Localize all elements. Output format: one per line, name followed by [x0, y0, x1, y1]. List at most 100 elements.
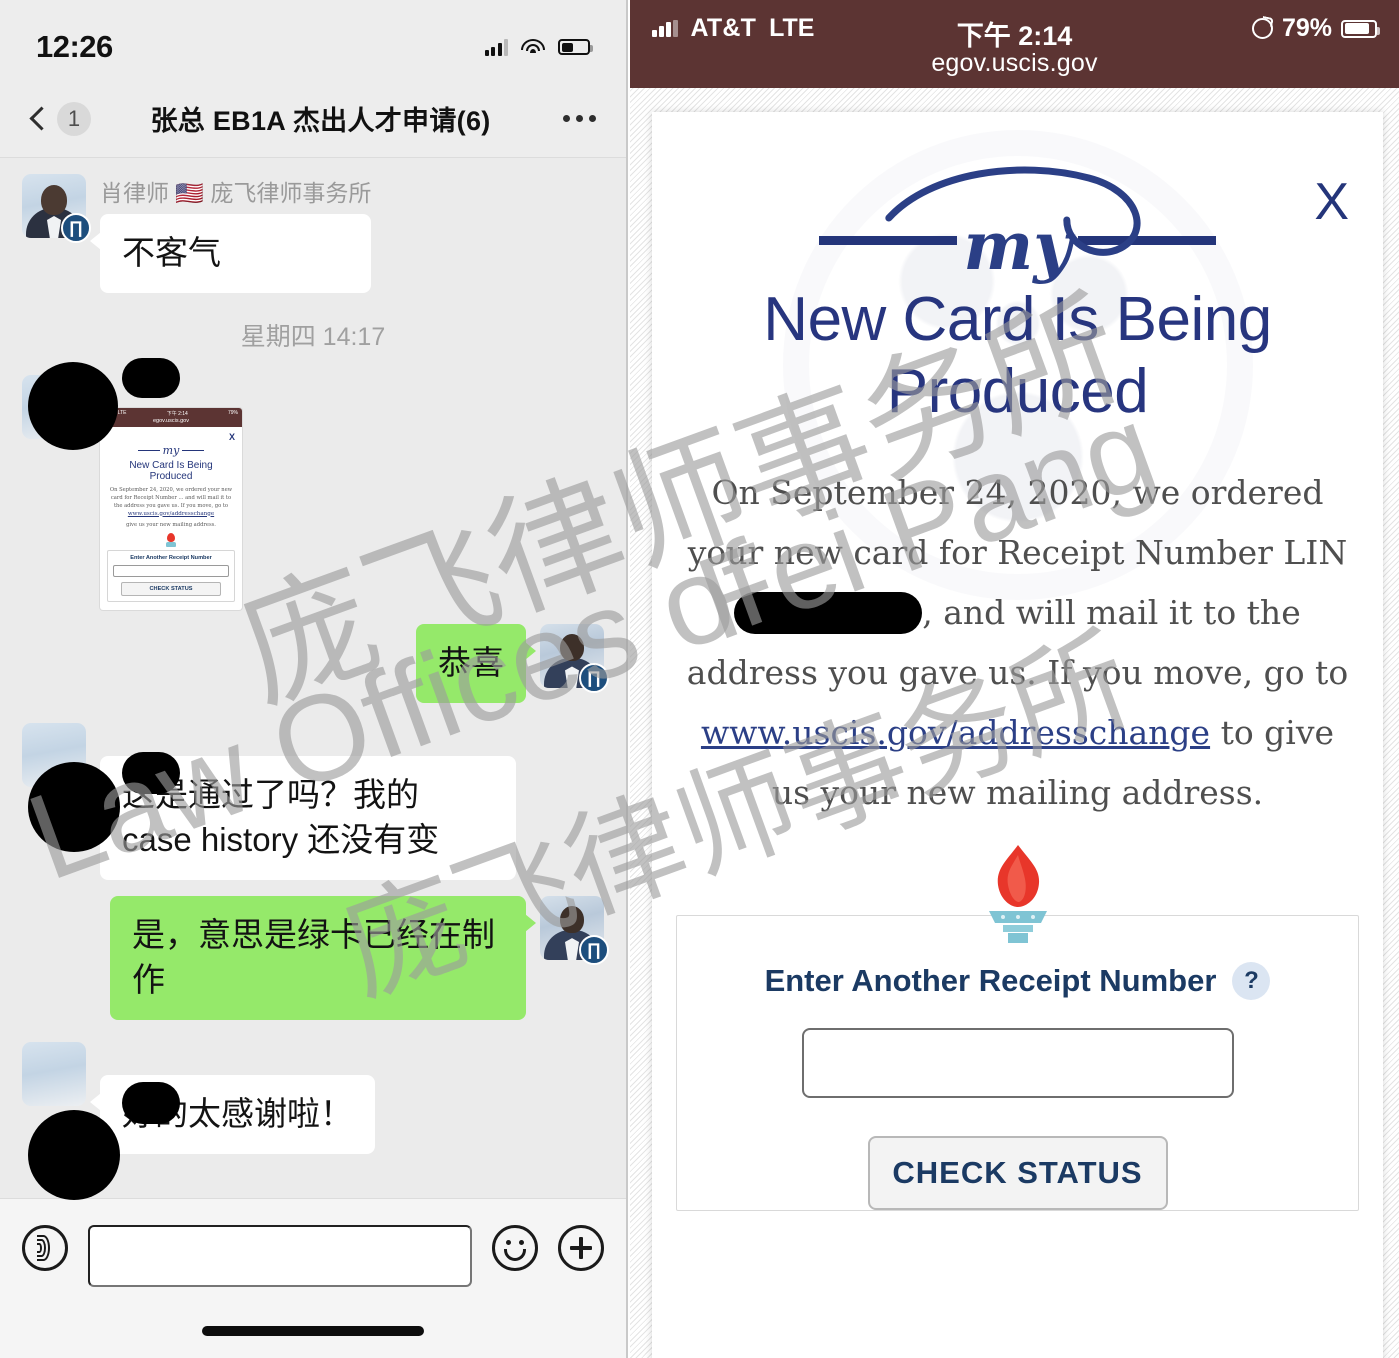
- sender-name: 肖律师 🇺🇸 庞飞律师事务所: [100, 180, 372, 206]
- redaction-blob: [28, 362, 118, 450]
- sender-name: [100, 723, 516, 750]
- thumbnail-form: Enter Another Receipt Number CHECK STATU…: [107, 550, 235, 603]
- smiley-icon[interactable]: [492, 1225, 538, 1271]
- back-button[interactable]: 1: [30, 101, 91, 136]
- thumbnail-page: X my New Card Is Being Produced On Septe…: [100, 427, 242, 611]
- page-body: On September 24, 2020, we ordered your n…: [684, 463, 1351, 823]
- status-icons: [484, 38, 593, 56]
- battery-icon: [558, 39, 593, 55]
- plus-icon[interactable]: [558, 1225, 604, 1271]
- uscis-page: X my New Card Is Being Produced On Septe…: [652, 112, 1383, 1358]
- home-indicator: [202, 1326, 424, 1336]
- wechat-nav-bar: 1 张总 EB1A 杰出人才申请(6): [0, 80, 626, 158]
- thumbnail-url: egov.uscis.gov: [153, 417, 189, 424]
- screenshot-root: 12:26 1 张总 EB1A 杰出人才申请(6) ∏ 肖律师 🇺🇸 庞飞律师事…: [0, 0, 1399, 1358]
- redaction-blob: [122, 1082, 180, 1124]
- battery-percent: 79%: [1281, 14, 1332, 42]
- unread-count-badge: 1: [57, 101, 91, 136]
- torch-flame-icon: [997, 844, 1039, 907]
- safari-panel: AT&T LTE 下午 2:14 79% egov.uscis.gov X my…: [630, 0, 1399, 1358]
- logo-wordmark: my: [963, 207, 1072, 285]
- logo-rule-left: [819, 236, 958, 246]
- thumbnail-body: On September 24, 2020, we ordered your n…: [109, 487, 233, 509]
- voice-wave-icon[interactable]: [22, 1225, 68, 1271]
- thumbnail-battery: 79%: [227, 410, 238, 417]
- avatar[interactable]: ∏: [22, 174, 91, 243]
- more-dots-icon: [589, 115, 596, 122]
- receipt-number-input[interactable]: [801, 1027, 1234, 1098]
- bubble-wrap: 肖律师 🇺🇸 庞飞律师事务所 不客气: [86, 174, 372, 293]
- bubble-wrap: 是，意思是绿卡已经在制作: [110, 896, 540, 1020]
- message-input[interactable]: [88, 1225, 472, 1287]
- avatar[interactable]: ∏: [540, 896, 609, 966]
- page-title: New Card Is Being Produced: [763, 284, 1272, 427]
- addresschange-link[interactable]: www.uscis.gov/addresschange: [701, 713, 1210, 752]
- thumbnail-time: 下午 2:14: [166, 410, 188, 417]
- chat-input-bar: [0, 1198, 626, 1358]
- thumbnail-torch-icon: [165, 533, 177, 548]
- body-part-1: On September 24, 2020, we ordered your n…: [687, 472, 1348, 572]
- chevron-left-icon: [30, 106, 46, 132]
- thumbnail-status-bar: AT&T LTE 下午 2:14 79% egov.uscis.gov: [100, 407, 242, 427]
- message-row: 是，意思是绿卡已经在制作 ∏: [0, 896, 626, 1020]
- safari-status-bar: AT&T LTE 下午 2:14 79% egov.uscis.gov: [630, 0, 1399, 88]
- rotation-lock-icon: [1251, 18, 1273, 39]
- message-row: ∏ 肖律师 🇺🇸 庞飞律师事务所 不客气: [0, 174, 626, 293]
- status-time: 下午 2:14: [956, 21, 1073, 51]
- torch-base-icon: [988, 910, 1047, 943]
- image-message-thumbnail[interactable]: AT&T LTE 下午 2:14 79% egov.uscis.gov X my: [100, 407, 242, 611]
- redaction-blob: [122, 358, 180, 398]
- message-list: ∏ 肖律师 🇺🇸 庞飞律师事务所 不客气 星期四 14:17 LTE 下午 2:…: [0, 158, 626, 1198]
- thumbnail-title: New Card Is Being Produced: [129, 459, 213, 483]
- avatar-badge-icon: ∏: [61, 213, 91, 243]
- thumbnail-input: [113, 565, 229, 578]
- redaction-bar: [734, 591, 923, 634]
- redaction-blob: [28, 1110, 120, 1200]
- redaction-blob: [122, 752, 180, 794]
- status-clock: 12:26: [36, 29, 113, 64]
- avatar[interactable]: ∏: [540, 624, 609, 694]
- chat-title: 张总 EB1A 杰出人才申请(6): [150, 106, 491, 136]
- bubble-wrap: 恭喜: [416, 624, 540, 704]
- redaction-blob: [28, 762, 120, 852]
- wechat-status-bar: 12:26: [0, 0, 626, 80]
- wifi-icon: [521, 38, 545, 56]
- battery-icon: [1341, 19, 1380, 38]
- thumbnail-close-icon: X: [228, 431, 235, 442]
- thumbnail-logo: my: [107, 444, 235, 457]
- status-left: AT&T LTE: [652, 14, 814, 43]
- sender-name: [100, 1042, 375, 1069]
- avatar[interactable]: [22, 1041, 86, 1106]
- status-right: 79%: [1251, 14, 1380, 43]
- thumbnail-body2: give us your new mailing address.: [126, 521, 216, 528]
- avatar-badge-icon: ∏: [579, 663, 609, 694]
- message-bubble[interactable]: 恭喜: [416, 624, 536, 704]
- thumbnail-link: www.uscis.gov/addresschange: [127, 510, 215, 517]
- avatar-badge-icon: ∏: [579, 935, 609, 966]
- check-status-button[interactable]: CHECK STATUS: [867, 1135, 1168, 1210]
- uscis-torch-icon: [974, 844, 1062, 943]
- wechat-panel: 12:26 1 张总 EB1A 杰出人才申请(6) ∏ 肖律师 🇺🇸 庞飞律师事…: [0, 0, 628, 1358]
- message-row: 恭喜 ∏: [0, 624, 626, 704]
- receipt-form-label: Enter Another Receipt Number ?: [705, 961, 1330, 1000]
- thumbnail-form-label: Enter Another Receipt Number: [130, 555, 212, 562]
- message-timestamp: 星期四 14:17: [240, 322, 386, 351]
- logo-rule-right: [1077, 236, 1216, 246]
- thumbnail-check-button: CHECK STATUS: [121, 582, 221, 597]
- help-icon[interactable]: ?: [1232, 961, 1271, 1000]
- bubble-wrap: 这是通过了吗？我的 case history 还没有变: [86, 723, 516, 881]
- carrier-label: AT&T: [690, 14, 757, 42]
- form-label-text: Enter Another Receipt Number: [764, 962, 1217, 998]
- receipt-form-card: Enter Another Receipt Number ? CHECK STA…: [676, 914, 1359, 1211]
- avatar-photo: [22, 1041, 86, 1106]
- more-dots-icon: [563, 115, 570, 122]
- message-bubble[interactable]: 不客气: [89, 214, 372, 293]
- myuscis-logo: my: [652, 166, 1383, 279]
- message-bubble[interactable]: 是，意思是绿卡已经在制作: [110, 896, 536, 1020]
- more-options-button[interactable]: [550, 115, 596, 122]
- more-dots-icon: [576, 115, 583, 122]
- signal-bars-icon: [484, 38, 508, 56]
- url-label[interactable]: egov.uscis.gov: [652, 49, 1377, 78]
- network-label: LTE: [769, 14, 815, 42]
- signal-bars-icon: [652, 20, 678, 37]
